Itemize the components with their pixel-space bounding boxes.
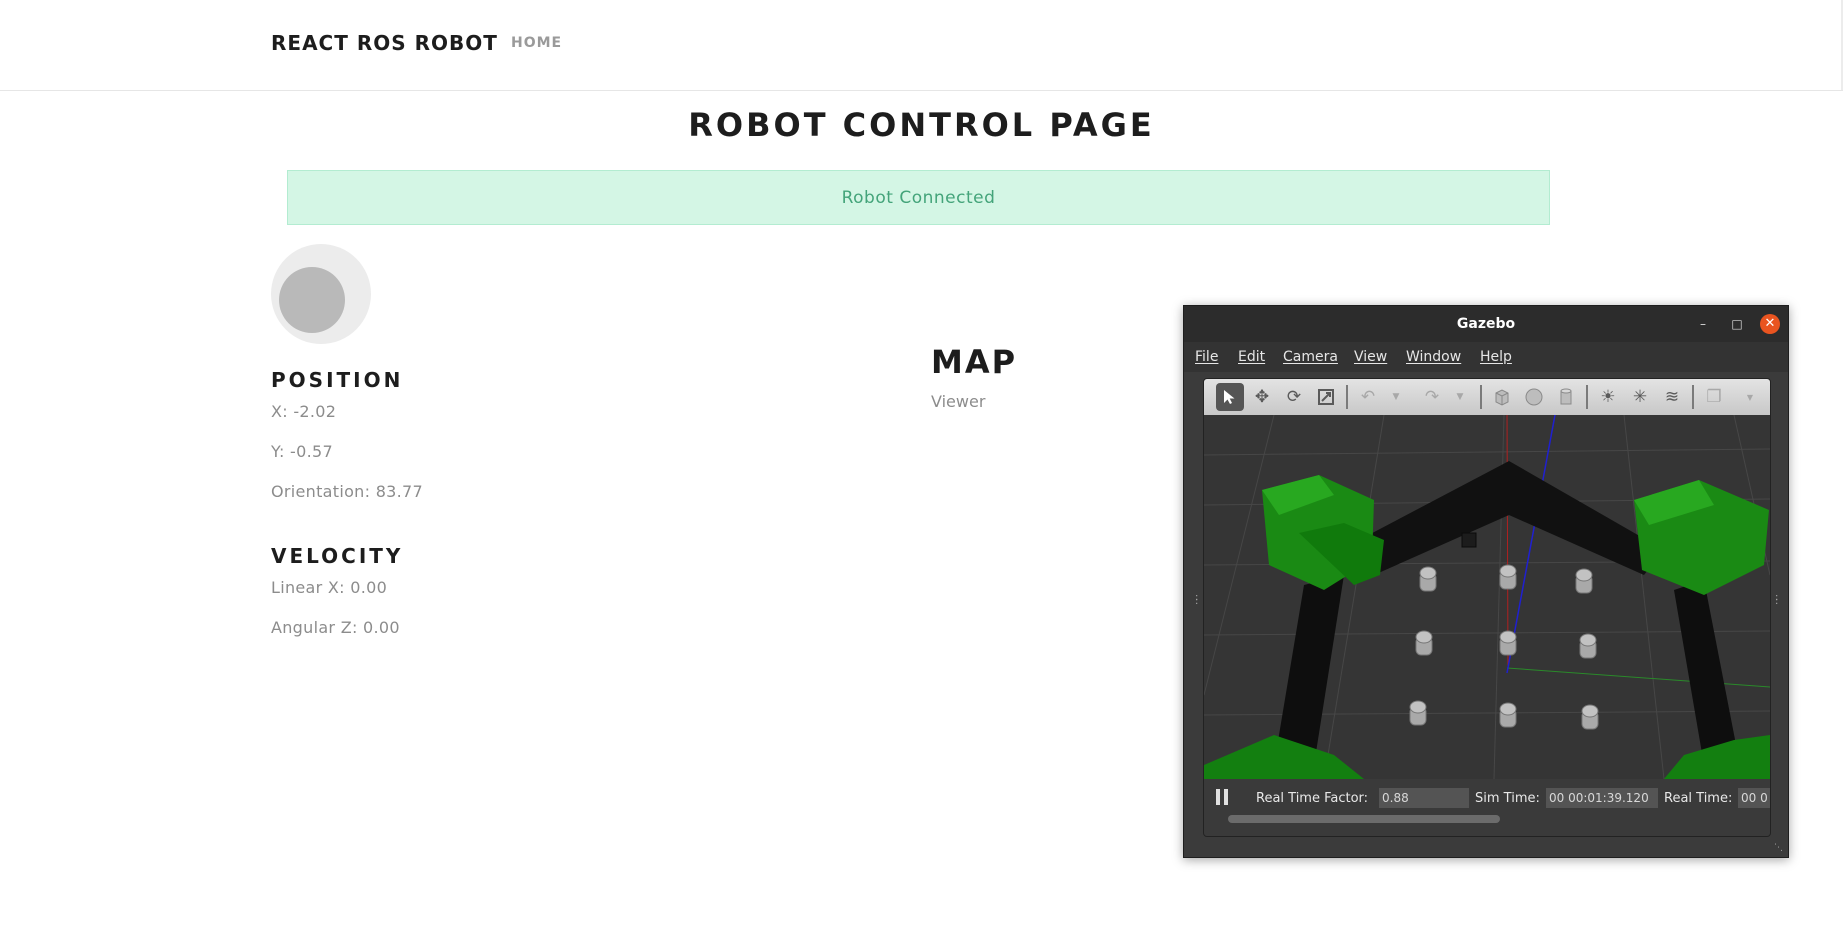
connection-status-alert: Robot Connected xyxy=(287,170,1550,225)
toolbar-separator xyxy=(1586,385,1588,409)
toolbar-separator xyxy=(1480,385,1482,409)
menu-camera[interactable]: Camera xyxy=(1283,349,1338,365)
menu-help[interactable]: Help xyxy=(1480,349,1512,365)
pause-icon[interactable] xyxy=(1214,789,1232,807)
gazebo-titlebar[interactable]: Gazebo – □ ✕ xyxy=(1184,306,1788,342)
gazebo-time-panel: Real Time Factor: 0.88 Sim Time: 00 00:0… xyxy=(1204,779,1770,836)
position-heading: POSITION xyxy=(271,368,404,392)
map-heading: MAP xyxy=(931,343,1018,381)
gazebo-render-panel: ✥ ⟳ ↶ ▼ ↷ ▼ ☀ ✳ ≋ ❐ ▼ Real Time Factor: … xyxy=(1203,378,1771,837)
gazebo-3d-viewport[interactable] xyxy=(1204,409,1770,780)
sim-time-label: Sim Time: xyxy=(1475,791,1540,806)
sphere-shape-icon[interactable] xyxy=(1520,383,1548,411)
left-splitter-grip-icon[interactable]: :: xyxy=(1195,593,1199,610)
right-splitter-grip-icon[interactable]: :: xyxy=(1775,593,1779,610)
horizontal-scrollbar[interactable] xyxy=(1228,815,1500,823)
linear-x-value: Linear X: 0.00 xyxy=(271,578,388,597)
redo-dropdown-icon[interactable]: ▼ xyxy=(1446,383,1474,411)
real-time-factor-label: Real Time Factor: xyxy=(1256,791,1369,806)
translate-icon[interactable]: ✥ xyxy=(1248,383,1276,411)
position-x-value: X: -2.02 xyxy=(271,402,337,421)
orientation-value: Orientation: 83.77 xyxy=(271,482,424,501)
menu-window[interactable]: Window xyxy=(1406,349,1461,365)
menu-view[interactable]: View xyxy=(1354,349,1387,365)
cylinder-shape-icon[interactable] xyxy=(1552,383,1580,411)
toolbar-separator xyxy=(1692,385,1694,409)
undo-dropdown-icon[interactable]: ▼ xyxy=(1382,383,1410,411)
real-time-factor-field: 0.88 xyxy=(1379,788,1469,808)
box-shape-icon[interactable] xyxy=(1488,383,1516,411)
page-title: ROBOT CONTROL PAGE xyxy=(688,106,1155,144)
simulation-scene-render xyxy=(1204,409,1770,780)
toolbar-overflow-icon[interactable]: ▼ xyxy=(1736,383,1764,411)
scale-icon[interactable] xyxy=(1312,383,1340,411)
velocity-heading: VELOCITY xyxy=(271,544,404,568)
position-y-value: Y: -0.57 xyxy=(271,442,333,461)
menu-file[interactable]: File xyxy=(1195,349,1218,365)
resize-grip-icon[interactable]: ⋱ xyxy=(1774,843,1784,853)
brand-logo[interactable]: REACT ROS ROBOT xyxy=(271,31,498,55)
gazebo-menubar: File Edit Camera View Window Help xyxy=(1184,342,1788,372)
real-time-label: Real Time: xyxy=(1664,791,1733,806)
gazebo-toolbar: ✥ ⟳ ↶ ▼ ↷ ▼ ☀ ✳ ≋ ❐ ▼ xyxy=(1204,379,1770,415)
sim-time-field: 00 00:01:39.120 xyxy=(1546,788,1658,808)
copy-icon[interactable]: ❐ xyxy=(1700,383,1728,411)
maximize-icon[interactable]: □ xyxy=(1729,316,1745,332)
rotate-icon[interactable]: ⟳ xyxy=(1280,383,1308,411)
joystick-knob[interactable] xyxy=(279,267,345,333)
nav-home-link[interactable]: HOME xyxy=(511,35,562,51)
menu-edit[interactable]: Edit xyxy=(1238,349,1265,365)
undo-icon[interactable]: ↶ xyxy=(1354,383,1382,411)
directional-light-icon[interactable]: ≋ xyxy=(1658,383,1686,411)
redo-icon[interactable]: ↷ xyxy=(1418,383,1446,411)
select-arrow-icon[interactable] xyxy=(1216,383,1244,411)
real-time-field: 00 0 xyxy=(1738,788,1770,808)
point-light-icon[interactable]: ☀ xyxy=(1594,383,1622,411)
map-viewer-label: Viewer xyxy=(931,392,986,411)
minimize-icon[interactable]: – xyxy=(1695,316,1711,332)
close-icon[interactable]: ✕ xyxy=(1760,314,1780,334)
toolbar-separator xyxy=(1346,385,1348,409)
navbar: REACT ROS ROBOT HOME xyxy=(0,0,1843,91)
gazebo-window: Gazebo – □ ✕ File Edit Camera View Windo… xyxy=(1183,305,1789,858)
spot-light-icon[interactable]: ✳ xyxy=(1626,383,1654,411)
angular-z-value: Angular Z: 0.00 xyxy=(271,618,400,637)
